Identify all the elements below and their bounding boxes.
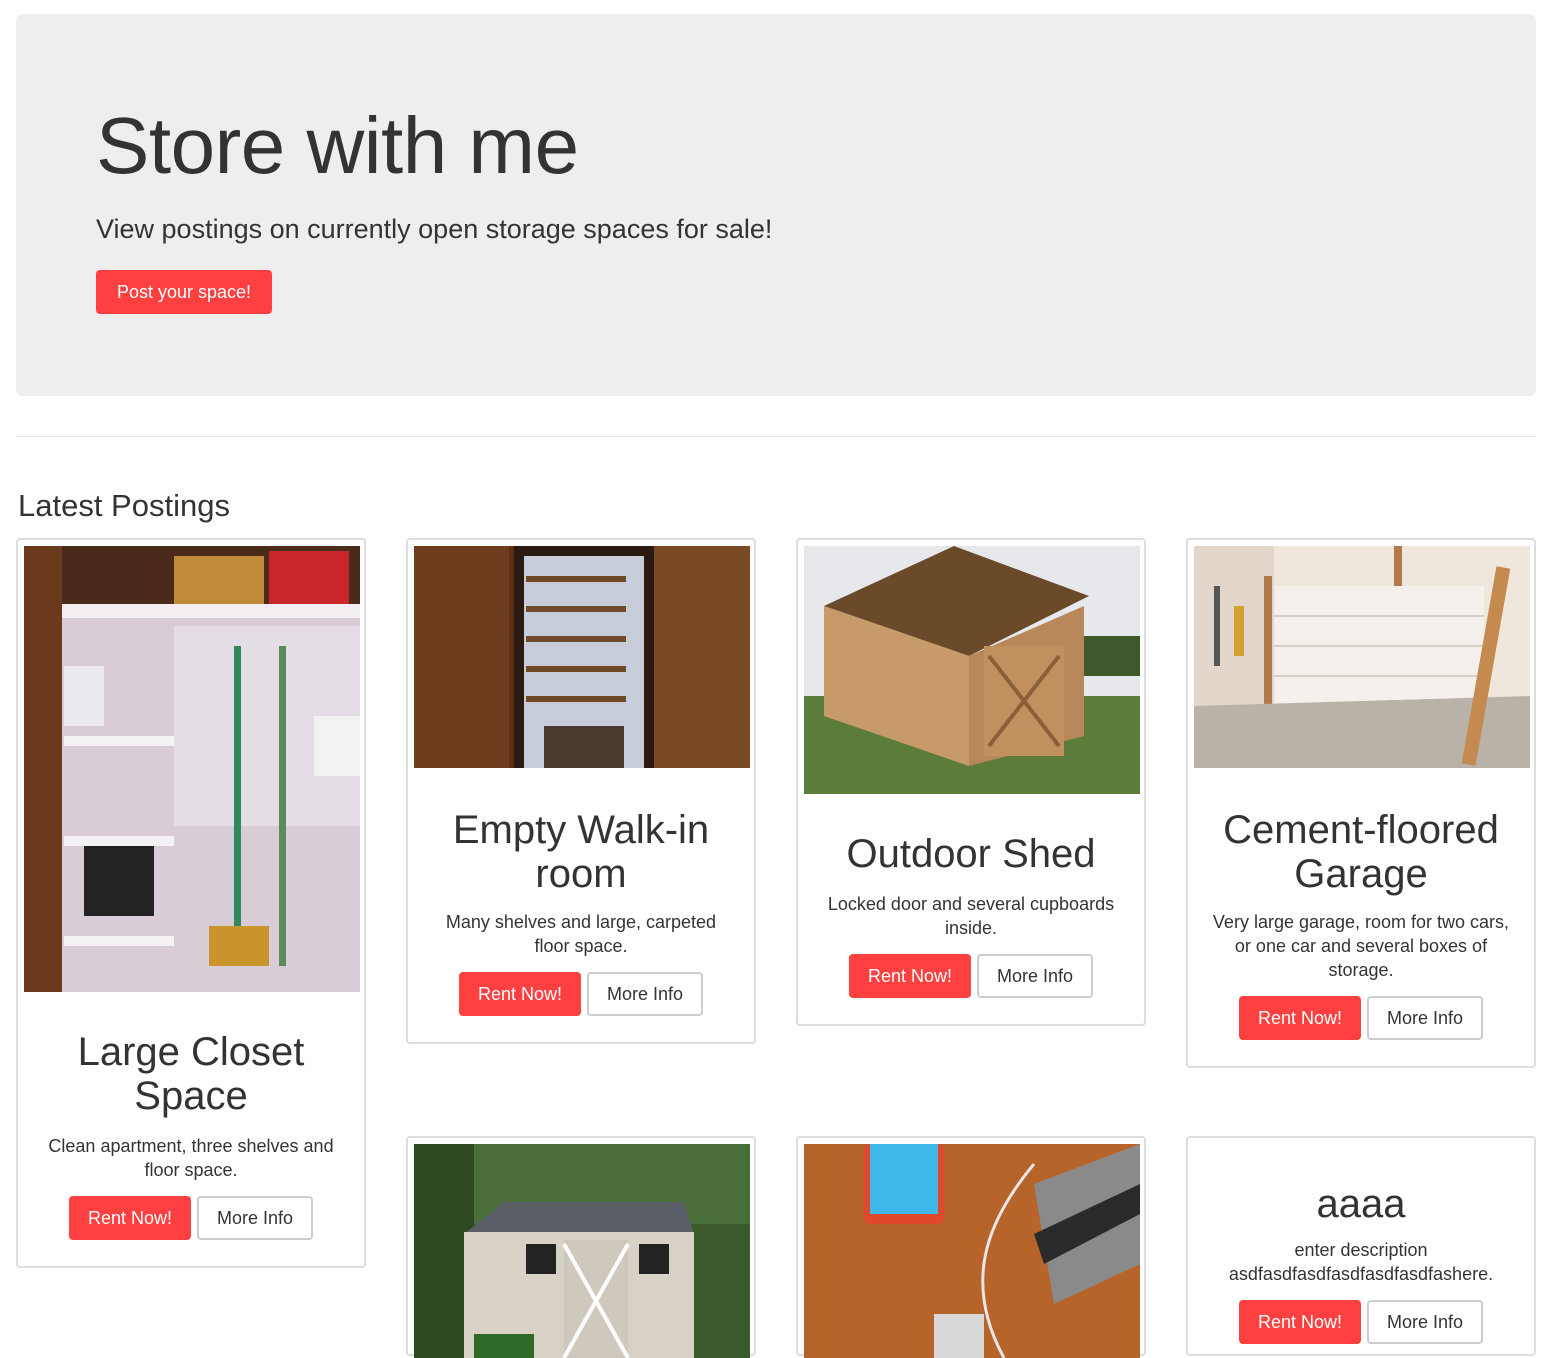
more-info-button[interactable]: More Info (197, 1196, 313, 1240)
posting-card (796, 1136, 1146, 1358)
posting-description: Locked door and several cupboards inside… (827, 894, 1115, 938)
divider (16, 436, 1536, 437)
posting-description: Many shelves and large, carpeted floor s… (445, 912, 717, 956)
section-title: Latest Postings (18, 488, 230, 523)
posting-title: Large Closet Space (77, 1030, 305, 1118)
more-info-button[interactable]: More Info (1367, 996, 1483, 1040)
posting-title: Empty Walk-in room (452, 808, 710, 896)
closet-photo (24, 546, 360, 992)
rent-now-button[interactable]: Rent Now! (69, 1196, 191, 1240)
desk-phone-photo (804, 1144, 1140, 1358)
wooden-shed-photo (804, 546, 1140, 794)
more-info-button[interactable]: More Info (1367, 1300, 1483, 1344)
garage-photo (1194, 546, 1530, 768)
rent-now-button[interactable]: Rent Now! (1239, 1300, 1361, 1344)
posting-card: aaaa enter description asdfasdfasdfasdfa… (1186, 1136, 1536, 1356)
posting-card (406, 1136, 756, 1358)
garden-shed-photo (414, 1144, 750, 1358)
posting-title: Cement-floored Garage (1223, 808, 1499, 896)
more-info-button[interactable]: More Info (587, 972, 703, 1016)
post-space-button[interactable]: Post your space! (96, 270, 272, 314)
posting-card: Cement-floored Garage Very large garage,… (1186, 538, 1536, 1068)
page-subtitle: View postings on currently open storage … (96, 214, 773, 244)
posting-description: Very large garage, room for two cars, or… (1212, 912, 1510, 980)
posting-card: Empty Walk-in room Many shelves and larg… (406, 538, 756, 1044)
jumbotron: Store with me View postings on currently… (16, 14, 1536, 396)
posting-description: Clean apartment, three shelves and floor… (48, 1136, 334, 1180)
posting-title: Outdoor Shed (846, 832, 1096, 876)
rent-now-button[interactable]: Rent Now! (1239, 996, 1361, 1040)
rent-now-button[interactable]: Rent Now! (459, 972, 581, 1016)
walk-in-room-photo (414, 546, 750, 768)
posting-description: enter description asdfasdfasdfasdfasdfas… (1228, 1240, 1494, 1284)
rent-now-button[interactable]: Rent Now! (849, 954, 971, 998)
posting-card: Outdoor Shed Locked door and several cup… (796, 538, 1146, 1026)
posting-card: Large Closet Space Clean apartment, thre… (16, 538, 366, 1268)
more-info-button[interactable]: More Info (977, 954, 1093, 998)
posting-title: aaaa (1316, 1182, 1406, 1226)
page-title: Store with me (96, 101, 579, 190)
